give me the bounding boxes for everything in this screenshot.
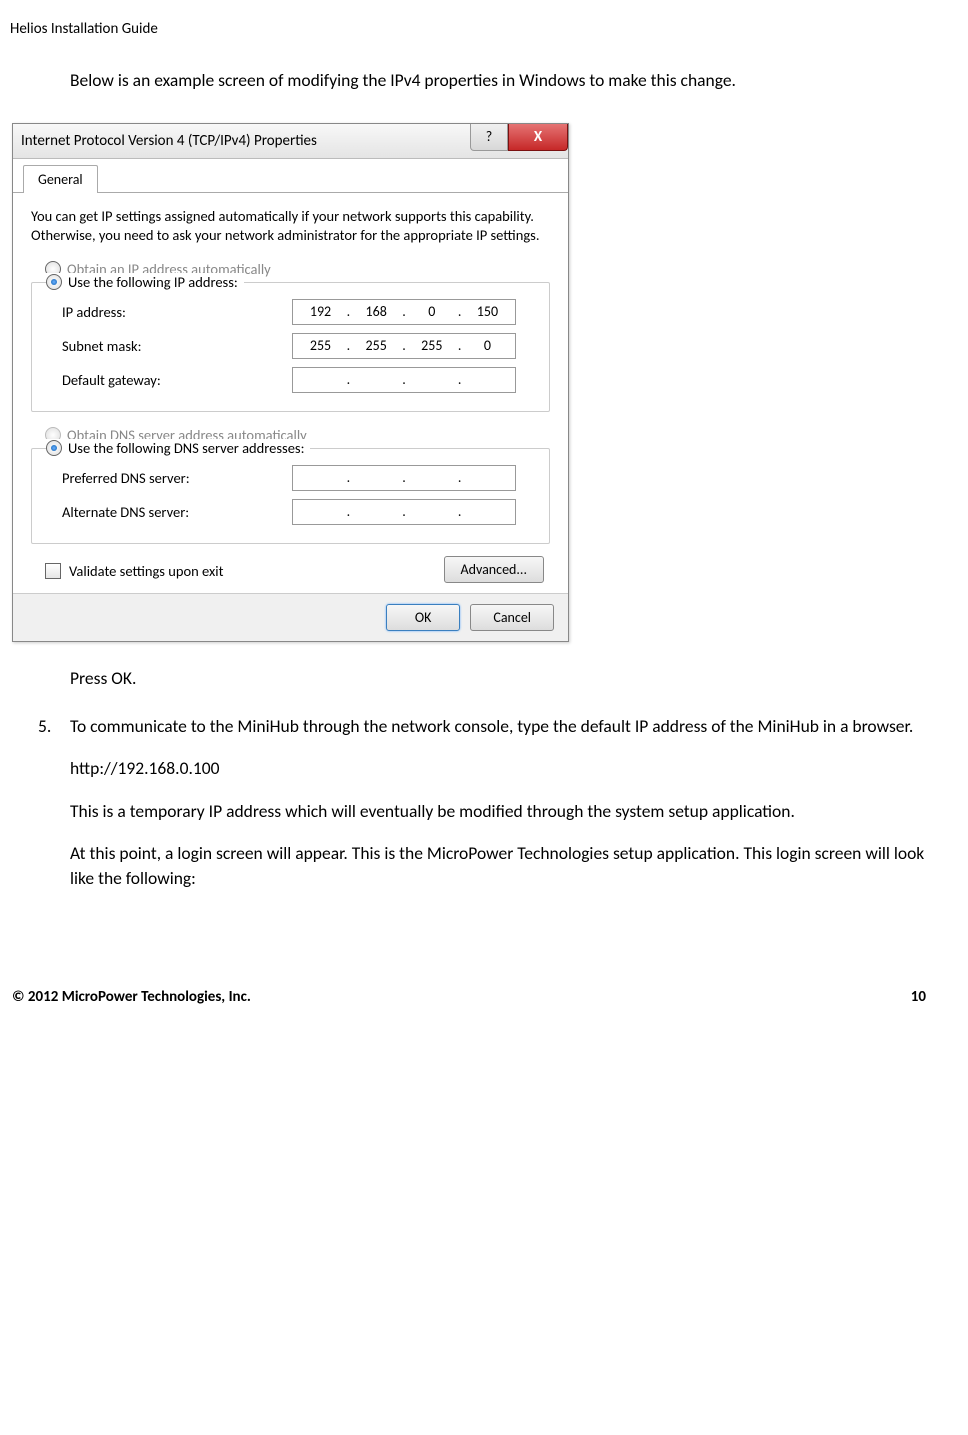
intro-text: Below is an example screen of modifying …: [70, 68, 928, 93]
dialog-title: Internet Protocol Version 4 (TCP/IPv4) P…: [21, 132, 317, 150]
alternate-dns-label: Alternate DNS server:: [44, 503, 292, 521]
validate-label: Validate settings upon exit: [69, 562, 224, 580]
validate-checkbox[interactable]: [45, 563, 61, 579]
footer-page-number: 10: [911, 988, 926, 1006]
ip-octet[interactable]: 192: [304, 303, 338, 320]
dialog-titlebar: Internet Protocol Version 4 (TCP/IPv4) P…: [13, 124, 568, 159]
radio-ip-manual[interactable]: [46, 274, 62, 290]
radio-dns-manual[interactable]: [46, 440, 62, 456]
ok-button[interactable]: OK: [386, 604, 461, 631]
step5-url: http://192.168.0.100: [70, 756, 928, 781]
ip-octet[interactable]: 0: [415, 303, 449, 320]
document-header: Helios Installation Guide: [10, 20, 928, 38]
alternate-dns-field[interactable]: . . .: [292, 499, 516, 525]
subnet-mask-field[interactable]: 255. 255. 255. 0: [292, 333, 516, 359]
tab-general[interactable]: General: [23, 165, 98, 193]
ip-address-field[interactable]: 192. 168. 0. 150: [292, 299, 516, 325]
preferred-dns-field[interactable]: . . .: [292, 465, 516, 491]
default-gateway-label: Default gateway:: [44, 371, 292, 389]
ipv4-properties-dialog: Internet Protocol Version 4 (TCP/IPv4) P…: [12, 123, 569, 642]
advanced-button[interactable]: Advanced...: [444, 556, 544, 583]
ip-octet[interactable]: 150: [470, 303, 504, 320]
close-button[interactable]: X: [508, 124, 568, 151]
ip-octet[interactable]: 255: [304, 337, 338, 354]
ip-address-label: IP address:: [44, 303, 292, 321]
radio-ip-manual-label: Use the following IP address:: [68, 273, 238, 291]
ip-octet[interactable]: 255: [415, 337, 449, 354]
press-ok-text: Press OK.: [70, 667, 928, 689]
ip-octet[interactable]: 255: [359, 337, 393, 354]
step-number: 5.: [38, 714, 70, 909]
step5-p3: At this point, a login screen will appea…: [70, 841, 928, 890]
description-text: You can get IP settings assigned automat…: [31, 207, 550, 246]
step5-p2: This is a temporary IP address which wil…: [70, 799, 928, 824]
footer-copyright: © 2012 MicroPower Technologies, Inc.: [12, 988, 251, 1006]
ip-octet[interactable]: 0: [470, 337, 504, 354]
help-button[interactable]: ?: [470, 124, 508, 151]
default-gateway-field[interactable]: . . .: [292, 367, 516, 393]
subnet-mask-label: Subnet mask:: [44, 337, 292, 355]
step5-p1: To communicate to the MiniHub through th…: [70, 714, 928, 739]
preferred-dns-label: Preferred DNS server:: [44, 469, 292, 487]
radio-dns-manual-label: Use the following DNS server addresses:: [68, 439, 304, 457]
ip-octet[interactable]: 168: [359, 303, 393, 320]
cancel-button[interactable]: Cancel: [470, 604, 554, 631]
